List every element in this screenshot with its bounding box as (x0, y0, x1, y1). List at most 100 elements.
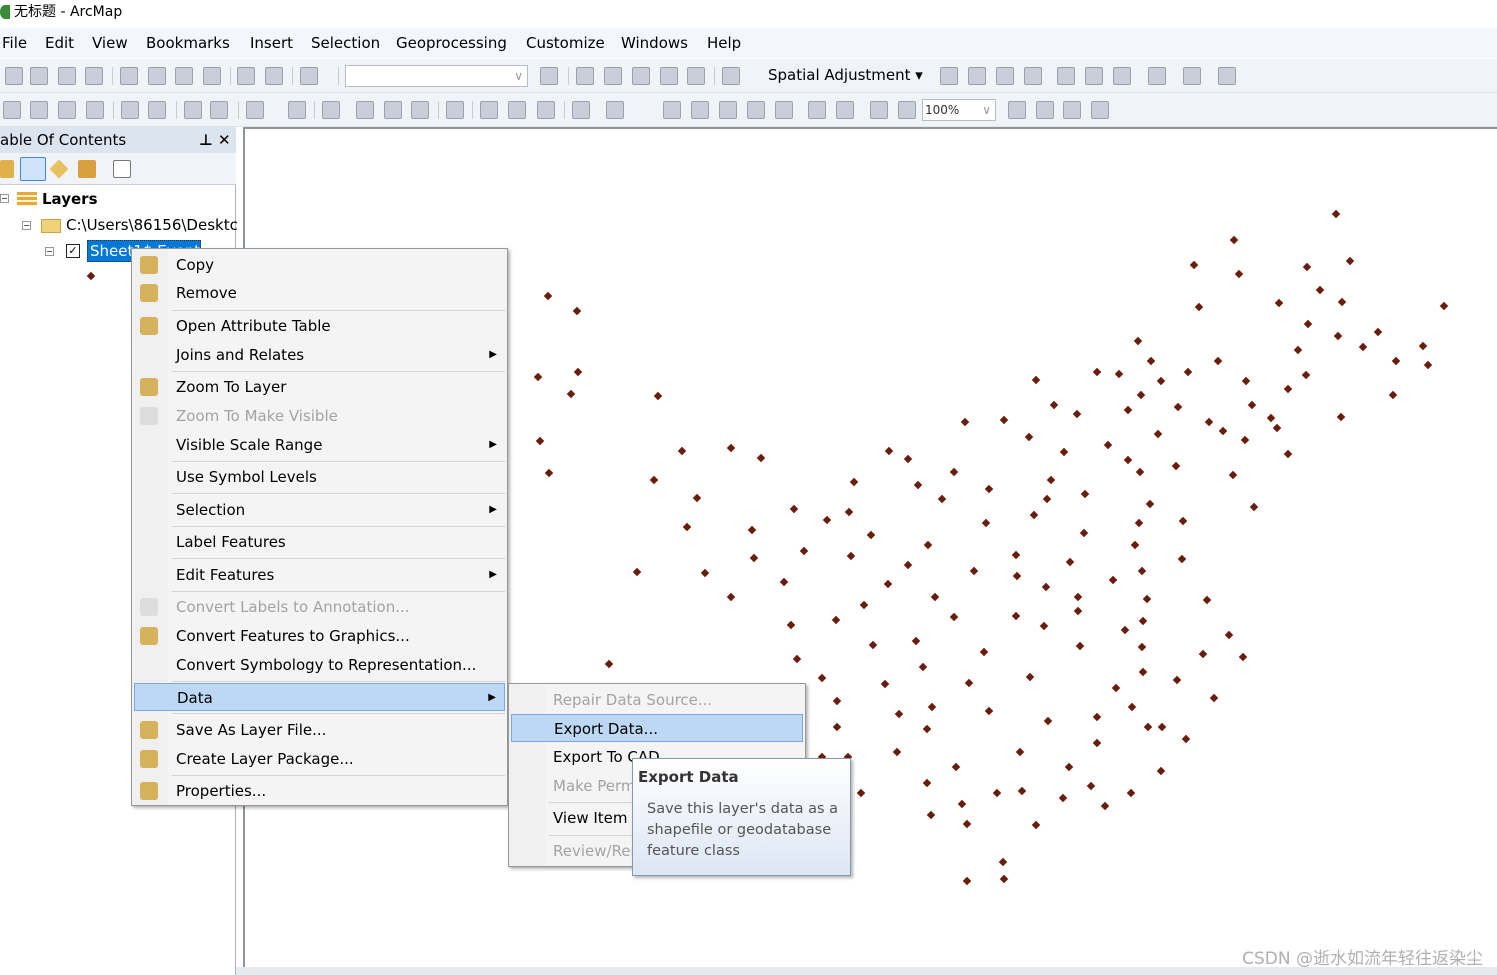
menu-item-repair-data-source[interactable]: Repair Data Source... (511, 686, 803, 714)
options-icon[interactable] (113, 160, 131, 178)
copy-icon[interactable] (148, 67, 166, 85)
save-icon[interactable] (58, 67, 76, 85)
layer-visibility-checkbox[interactable]: ✓ (66, 244, 80, 258)
page-zoom-out-icon[interactable] (691, 101, 709, 119)
clear-selection-icon[interactable] (288, 101, 306, 119)
back-icon[interactable] (184, 101, 202, 119)
menu-view[interactable]: View (92, 34, 128, 52)
pan-icon[interactable] (58, 101, 76, 119)
menu-item-convert-features-to-graphics[interactable]: Convert Features to Graphics... (134, 622, 505, 650)
table-window-icon[interactable] (576, 67, 594, 85)
menu-edit[interactable]: Edit (45, 34, 74, 52)
menu-insert[interactable]: Insert (250, 34, 293, 52)
viewer-icon[interactable] (606, 101, 624, 119)
find-route-icon[interactable] (508, 101, 526, 119)
select-elements-icon[interactable] (322, 101, 340, 119)
menu-item-remove[interactable]: Remove (134, 279, 505, 307)
adjust-icon[interactable] (1085, 67, 1103, 85)
menu-item-open-attribute-table[interactable]: Open Attribute Table (134, 312, 505, 340)
select-features-icon[interactable] (246, 101, 264, 119)
menu-item-edit-features[interactable]: Edit Features ▶ (134, 561, 505, 589)
collapse-layers-icon[interactable]: − (0, 194, 9, 203)
undo-icon[interactable] (237, 67, 255, 85)
model-builder-icon[interactable] (722, 67, 740, 85)
page-fixed-out-icon[interactable] (836, 101, 854, 119)
menu-item-label-features[interactable]: Label Features (134, 528, 505, 556)
edit-link-icon[interactable] (996, 67, 1014, 85)
print-icon[interactable] (85, 67, 103, 85)
select-icon[interactable] (940, 67, 958, 85)
menu-geoprocessing[interactable]: Geoprocessing (396, 34, 507, 52)
change-layout-icon[interactable] (1063, 101, 1081, 119)
folder-path[interactable]: C:\Users\86156\Desktc (66, 216, 238, 234)
redo-icon[interactable] (265, 67, 283, 85)
menu-item-use-symbol-levels[interactable]: Use Symbol Levels (134, 463, 505, 491)
menu-item-selection[interactable]: Selection ▶ (134, 496, 505, 524)
menu-file[interactable]: File (2, 34, 27, 52)
menu-windows[interactable]: Windows (621, 34, 688, 52)
time-slider-icon[interactable] (572, 101, 590, 119)
zoom-100-icon[interactable] (775, 101, 793, 119)
page-pan-icon[interactable] (719, 101, 737, 119)
hyperlink-icon[interactable] (384, 101, 402, 119)
paste-icon[interactable] (175, 67, 193, 85)
menu-item-convert-labels-to-annotation[interactable]: Convert Labels to Annotation... (134, 593, 505, 621)
menu-item-export-data[interactable]: Export Data... (511, 714, 803, 742)
identify-icon[interactable] (356, 101, 374, 119)
page-fixed-in-icon[interactable] (808, 101, 826, 119)
menu-item-create-layer-package[interactable]: Create Layer Package... (134, 745, 505, 773)
menu-item-convert-symbology-to-representation[interactable]: Convert Symbology to Representation... (134, 651, 505, 679)
pin-icon[interactable]: ⊥ (199, 127, 213, 153)
menu-bookmarks[interactable]: Bookmarks (146, 34, 230, 52)
list-by-selection-icon[interactable] (78, 160, 96, 178)
collapse-layer-icon[interactable]: − (45, 247, 54, 256)
cut-icon[interactable] (120, 67, 138, 85)
menu-item-save-as-layer-file[interactable]: Save As Layer File... (134, 716, 505, 744)
collapse-folder-icon[interactable]: − (22, 221, 31, 230)
find-icon[interactable] (480, 101, 498, 119)
view-table-icon[interactable] (1057, 67, 1075, 85)
toggle-draft-icon[interactable] (1008, 101, 1026, 119)
menu-item-copy[interactable]: Copy (134, 251, 505, 279)
arctoolbox-icon[interactable] (660, 67, 678, 85)
search-icon[interactable] (632, 67, 650, 85)
editor-icon[interactable] (540, 67, 558, 85)
layers-root[interactable]: Layers (42, 190, 98, 208)
fixed-zoom-in-icon[interactable] (121, 101, 139, 119)
menu-customize[interactable]: Customize (526, 34, 605, 52)
clear-icon[interactable] (1113, 67, 1131, 85)
menu-item-properties[interactable]: Properties... (134, 777, 505, 805)
menu-item-joins-and-relates[interactable]: Joins and Relates ▶ (134, 341, 505, 369)
full-extent-icon[interactable] (86, 101, 104, 119)
go-to-xy-icon[interactable] (537, 101, 555, 119)
page-zoom-in-icon[interactable] (663, 101, 681, 119)
add-data-icon[interactable] (300, 67, 318, 85)
delete-icon[interactable] (203, 67, 221, 85)
menu-item-data[interactable]: Data ▶ (134, 683, 505, 711)
link-table-icon[interactable] (1148, 67, 1166, 85)
menu-item-visible-scale-range[interactable]: Visible Scale Range ▶ (134, 431, 505, 459)
measure-icon[interactable] (446, 101, 464, 119)
list-by-drawing-order-icon[interactable] (0, 160, 14, 178)
attribute-transfer-icon[interactable] (1218, 67, 1236, 85)
menu-selection[interactable]: Selection (311, 34, 380, 52)
new-document-icon[interactable] (5, 67, 23, 85)
zoom-level-combo[interactable]: 100% ∨ (922, 99, 996, 121)
edge-match-icon[interactable] (1183, 67, 1201, 85)
list-by-visibility-icon[interactable] (49, 159, 69, 179)
list-by-source-icon[interactable] (20, 157, 46, 181)
zoom-out-icon[interactable] (30, 101, 48, 119)
open-icon[interactable] (30, 67, 48, 85)
back-extent-icon[interactable] (870, 101, 888, 119)
menu-item-zoom-to-make-visible[interactable]: Zoom To Make Visible (134, 402, 505, 430)
menu-item-zoom-to-layer[interactable]: Zoom To Layer (134, 373, 505, 401)
zoom-whole-page-icon[interactable] (747, 101, 765, 119)
close-icon[interactable]: ✕ (218, 127, 231, 153)
spatial-adjustment-dropdown[interactable]: Spatial Adjustment ▾ (768, 66, 923, 84)
rubber-sheet-icon[interactable] (1024, 67, 1042, 85)
python-icon[interactable] (687, 67, 705, 85)
zoom-in-icon[interactable] (3, 101, 21, 119)
html-popup-icon[interactable] (411, 101, 429, 119)
menu-help[interactable]: Help (707, 34, 741, 52)
data-driven-pages-icon[interactable] (1091, 101, 1109, 119)
